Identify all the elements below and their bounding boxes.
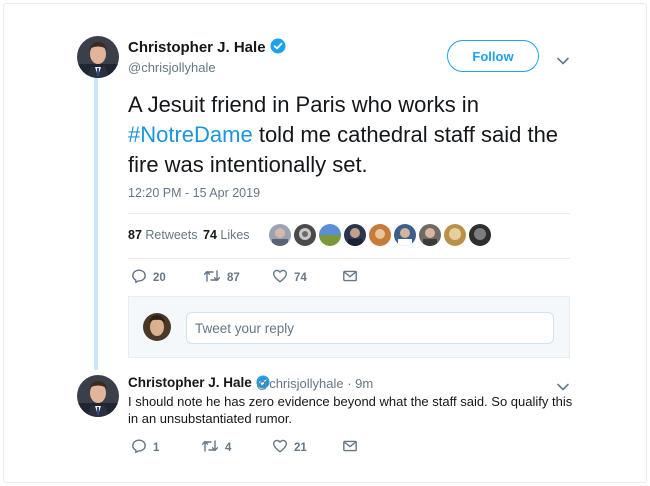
reply-reply-action[interactable]: 1	[131, 438, 159, 457]
reply-composer	[128, 296, 570, 358]
like-action[interactable]: 74	[272, 268, 307, 287]
reply-author-name-text[interactable]: Christopher J. Hale	[128, 375, 252, 390]
tweet-timestamp[interactable]: 12:20 PM - 15 Apr 2019	[128, 186, 260, 200]
current-user-avatar	[143, 313, 171, 341]
likes-stat[interactable]: 74 Likes	[203, 228, 250, 242]
message-action[interactable]	[342, 268, 364, 287]
retweets-stat[interactable]: 87 Retweets	[128, 228, 198, 242]
chevron-down-icon[interactable]	[556, 379, 570, 391]
liker-avatar[interactable]	[444, 224, 466, 246]
thread-line	[94, 78, 98, 370]
reply-text: I should note he has zero evidence beyon…	[128, 394, 573, 426]
tweet-text-start: A Jesuit friend in Paris who works in	[128, 92, 479, 117]
reply-author-avatar[interactable]	[77, 375, 119, 417]
reply-icon	[131, 438, 153, 457]
retweet-action[interactable]: 87	[203, 268, 240, 287]
reply-icon	[131, 268, 153, 287]
heart-icon	[272, 268, 294, 287]
liker-avatar[interactable]	[369, 224, 391, 246]
heart-icon	[272, 438, 294, 457]
author-avatar[interactable]	[77, 36, 119, 78]
reply-action[interactable]: 20	[131, 268, 166, 287]
author-name[interactable]: Christopher J. Hale	[128, 38, 286, 58]
liker-avatar[interactable]	[294, 224, 316, 246]
like-count: 21	[294, 441, 307, 454]
retweet-icon	[201, 438, 225, 457]
liker-avatars	[269, 224, 491, 246]
retweet-count: 87	[227, 271, 240, 284]
liker-avatar[interactable]	[344, 224, 366, 246]
liker-avatar[interactable]	[319, 224, 341, 246]
author-name-text[interactable]: Christopher J. Hale	[128, 39, 266, 56]
envelope-icon	[342, 268, 364, 287]
liker-avatar[interactable]	[469, 224, 491, 246]
retweets-count: 87	[128, 228, 142, 242]
retweets-label: Retweets	[141, 228, 198, 242]
reply-handle-time[interactable]: @chrisjollyhale · 9m	[256, 376, 373, 391]
reply-like-action[interactable]: 21	[272, 438, 307, 457]
likes-count: 74	[203, 228, 217, 242]
reply-message-action[interactable]	[342, 438, 364, 457]
divider-top	[128, 213, 570, 214]
retweet-icon	[203, 268, 227, 287]
liker-avatar[interactable]	[419, 224, 441, 246]
reply-retweet-action[interactable]: 4	[201, 438, 231, 457]
author-handle[interactable]: @chrisjollyhale	[128, 60, 216, 75]
envelope-icon	[342, 438, 364, 457]
reply-count: 20	[153, 271, 166, 284]
reply-count: 1	[153, 441, 160, 454]
likes-label: Likes	[216, 228, 250, 242]
reply-author-name[interactable]: Christopher J. Hale	[128, 375, 270, 392]
liker-avatar[interactable]	[269, 224, 291, 246]
verified-badge-icon	[270, 38, 286, 58]
chevron-down-icon[interactable]	[556, 53, 570, 65]
follow-button[interactable]: Follow	[447, 40, 539, 72]
retweet-count: 4	[225, 441, 232, 454]
tweet-text: A Jesuit friend in Paris who works in #N…	[128, 90, 578, 180]
liker-avatar[interactable]	[394, 224, 416, 246]
like-count: 74	[294, 271, 307, 284]
divider-middle	[128, 258, 570, 259]
hashtag-link[interactable]: #NotreDame	[128, 122, 253, 147]
reply-input[interactable]	[186, 312, 554, 344]
